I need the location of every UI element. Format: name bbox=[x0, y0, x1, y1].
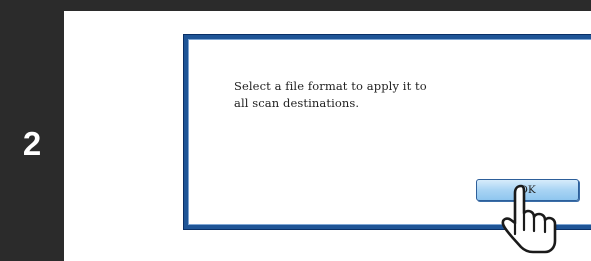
dialog-message-line-1: Select a file format to apply it to bbox=[234, 79, 427, 93]
hand-pointer-icon bbox=[501, 184, 557, 254]
dialog-message: Select a file format to apply it to all … bbox=[234, 78, 554, 112]
dialog-message-line-2: all scan destinations. bbox=[234, 96, 360, 110]
header-bar bbox=[64, 0, 591, 11]
step-number: 2 bbox=[22, 125, 42, 162]
step-sidebar: 2 bbox=[0, 0, 64, 261]
